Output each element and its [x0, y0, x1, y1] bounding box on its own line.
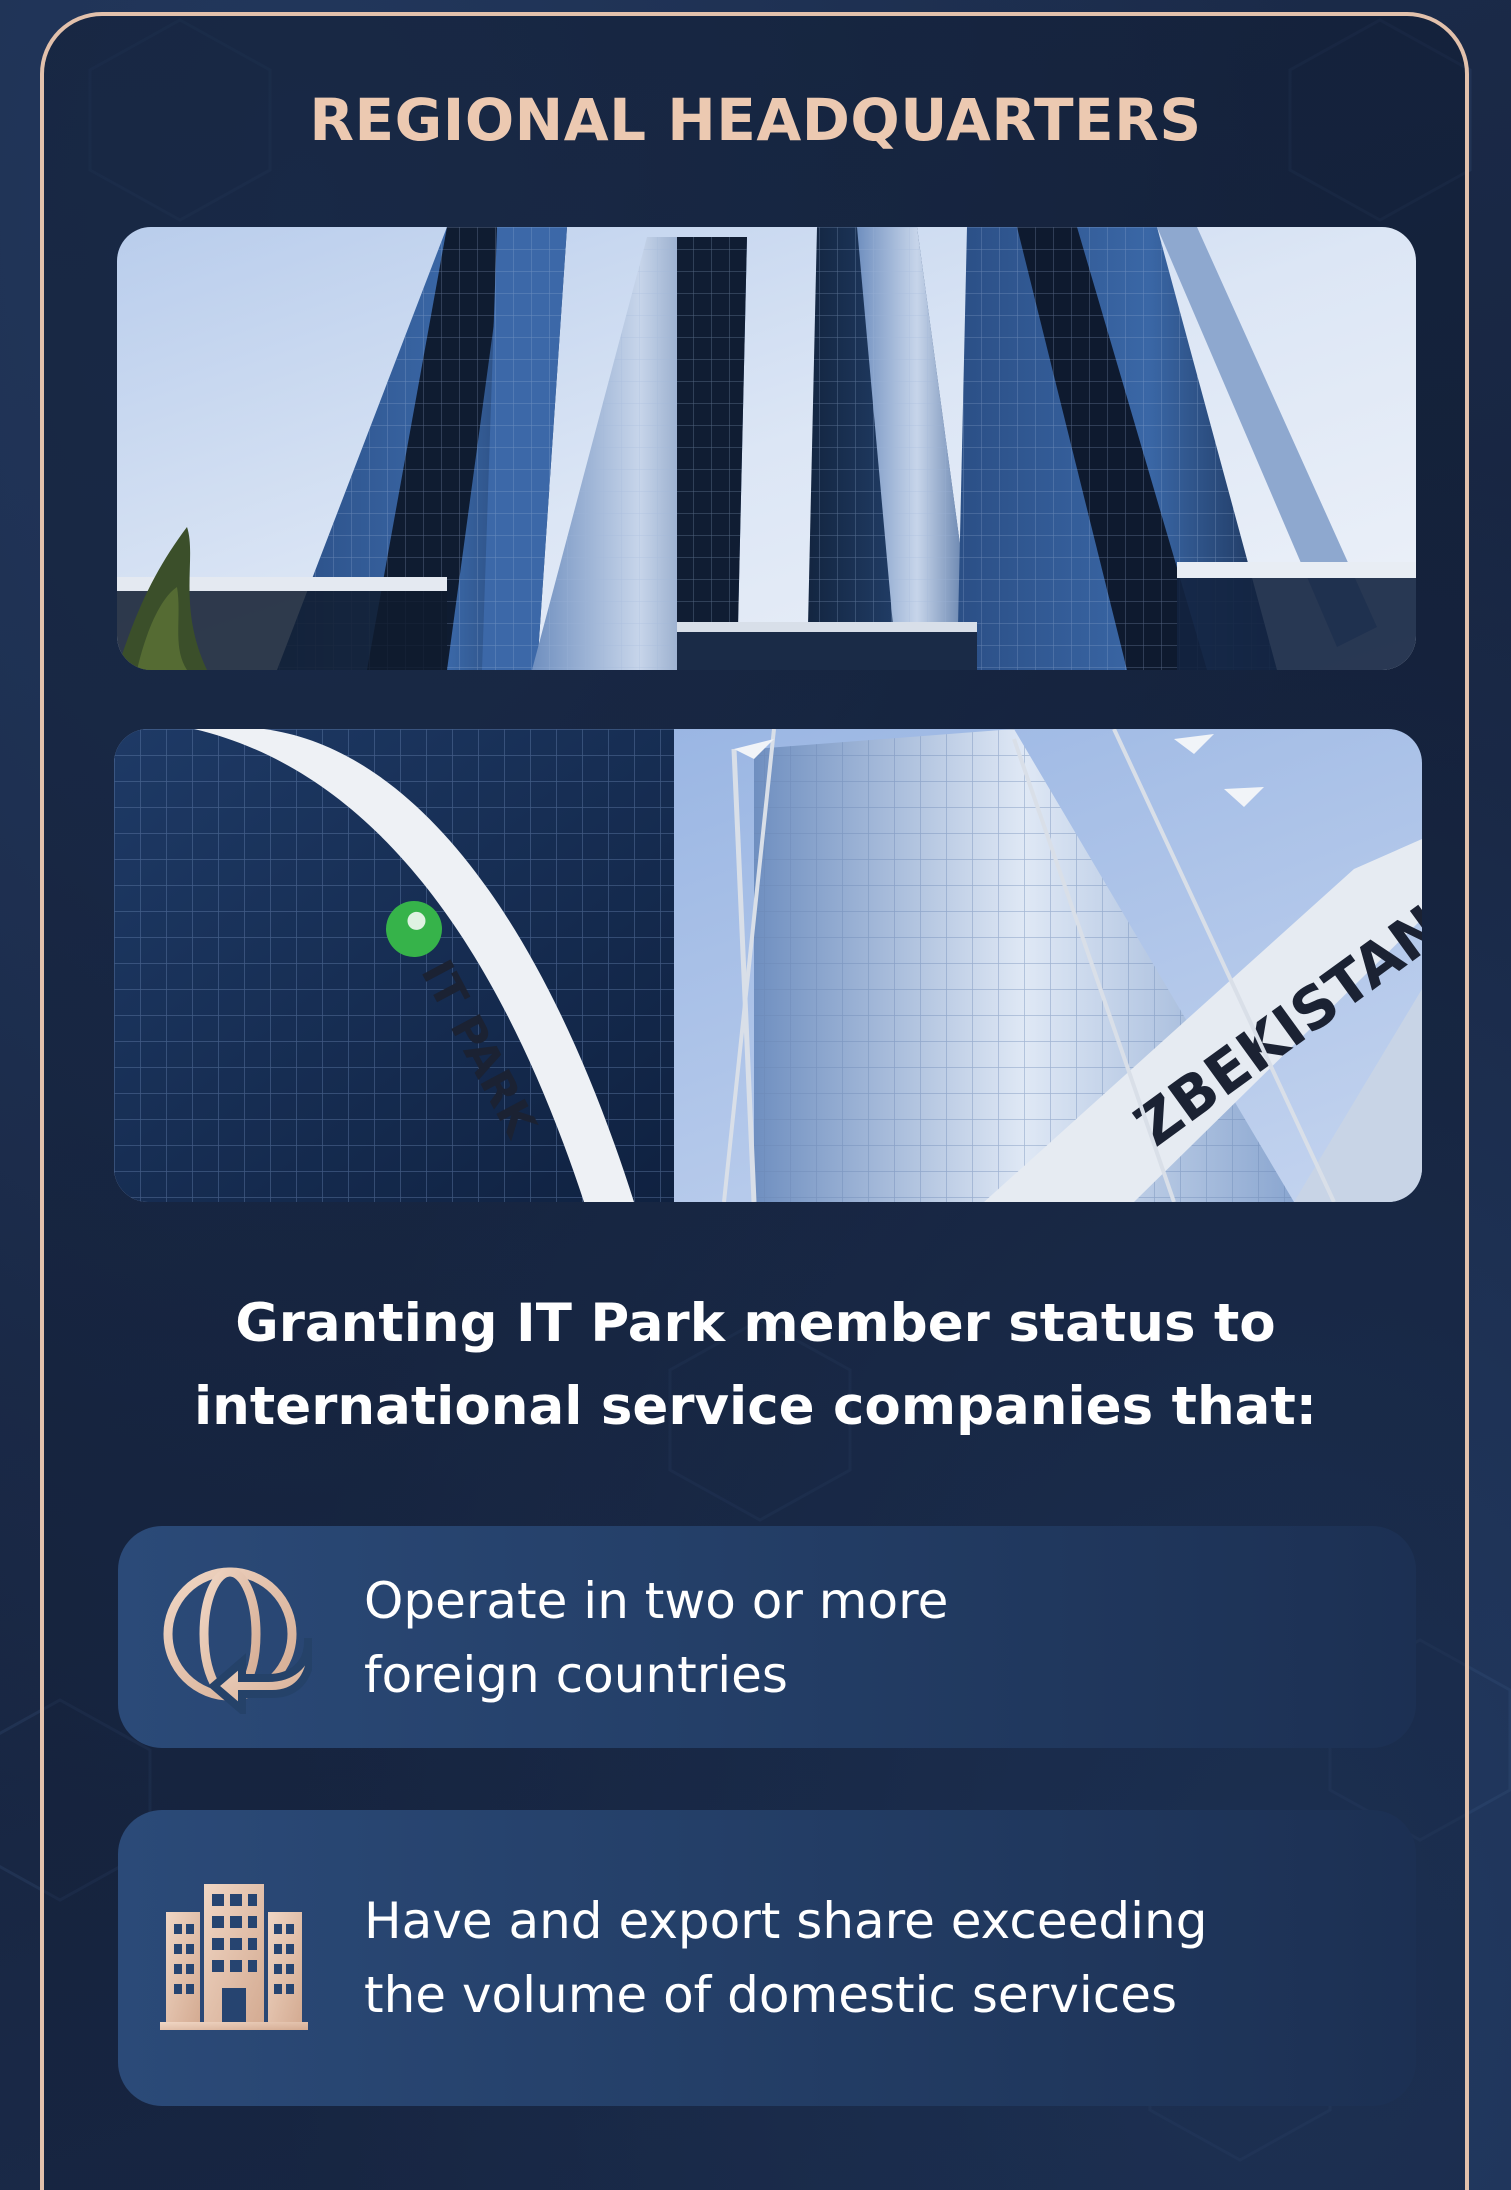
criterion-text-export-share: Have and export share exceeding the volu… — [364, 1884, 1207, 2032]
it-park-building-photo: ZBEKISTAN IT PARK — [114, 729, 1422, 1202]
criterion-card-export-share: Have and export share exceeding the volu… — [118, 1810, 1416, 2106]
section-heading-line-1: Granting IT Park member status to — [235, 1293, 1276, 1354]
criterion-2-line-2: the volume of domestic services — [364, 1966, 1178, 2024]
office-building-icon — [160, 1884, 308, 2030]
criterion-2-line-1: Have and export share exceeding — [364, 1892, 1208, 1950]
page-title: REGIONAL HEADQUARTERS — [309, 86, 1202, 154]
criterion-text-foreign-countries: Operate in two or more foreign countries — [364, 1564, 948, 1712]
skyscrapers-photo — [117, 227, 1416, 670]
criterion-card-foreign-countries: Operate in two or more foreign countries — [118, 1526, 1416, 1748]
globe-arrow-icon — [163, 1567, 312, 1714]
criterion-1-line-1: Operate in two or more — [364, 1572, 949, 1630]
section-heading: Granting IT Park member status to intern… — [0, 1282, 1511, 1448]
page: REGIONAL HEADQUARTERS ZBEKISTAN IT PARK … — [0, 0, 1511, 2190]
section-heading-line-2: international service companies that: — [194, 1376, 1317, 1437]
criterion-1-line-2: foreign countries — [364, 1646, 788, 1704]
